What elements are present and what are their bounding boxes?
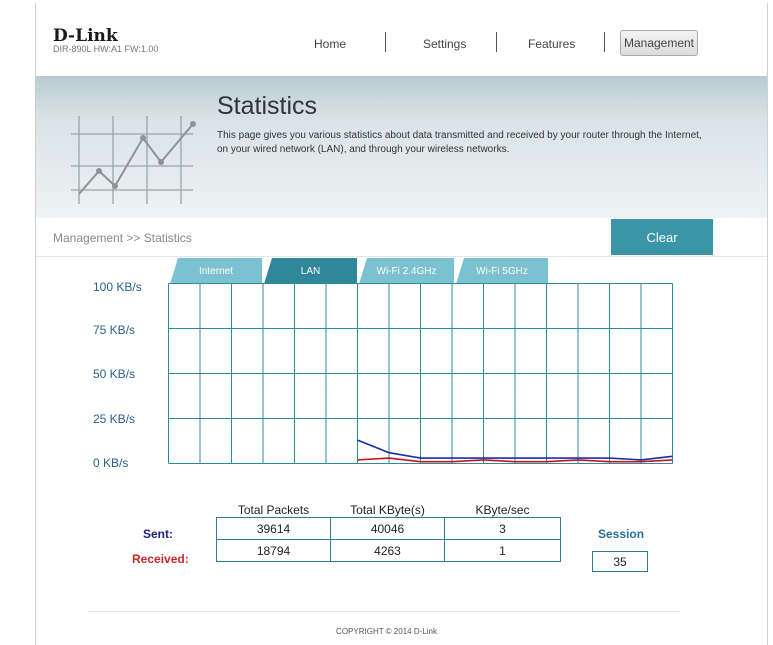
tab-wifi-5ghz[interactable]: Wi-Fi 5GHz — [456, 258, 548, 284]
column-header: KByte/sec — [475, 503, 530, 517]
model-info: DIR-890L HW:A1 FW:1.00 — [53, 44, 159, 54]
clear-button[interactable]: Clear — [611, 219, 713, 255]
tab-internet[interactable]: Internet — [170, 258, 262, 284]
session-label: Session — [598, 527, 645, 541]
page-title: Statistics — [217, 92, 318, 120]
page-description: This page gives you various statistics a… — [217, 130, 702, 155]
nav-features[interactable]: Features — [528, 37, 575, 51]
session-count: 35 — [592, 551, 648, 572]
received-total-kbytes: 4263 — [330, 539, 445, 562]
y-tick-label: 25 KB/s — [93, 412, 136, 426]
lan-traffic-chart — [168, 283, 673, 464]
nav-settings[interactable]: Settings — [423, 37, 466, 51]
y-tick-label: 100 KB/s — [93, 280, 142, 294]
nav-divider — [496, 32, 497, 52]
tab-wifi-24ghz[interactable]: Wi-Fi 2.4GHz — [359, 258, 454, 284]
sent-kbyte-sec: 3 — [444, 517, 561, 540]
table-row-received: 18794 4263 1 — [216, 539, 561, 562]
tab-lan[interactable]: LAN — [264, 258, 357, 284]
dlink-logo[interactable]: D-Link — [53, 26, 118, 46]
received-total-packets: 18794 — [216, 539, 331, 562]
nav-divider — [385, 32, 386, 52]
header: D-Link DIR-890L HW:A1 FW:1.00 Home Setti… — [36, 3, 767, 76]
statistics-table: Total Packets Total KByte(s) KByte/sec 3… — [216, 503, 561, 562]
sent-total-kbytes: 40046 — [330, 517, 445, 540]
statistics-graph-icon — [71, 116, 196, 204]
breadcrumb-bar: Management >> Statistics Clear — [36, 218, 767, 257]
footer-divider — [88, 611, 680, 612]
y-tick-label: 50 KB/s — [93, 367, 136, 381]
nav-divider — [604, 32, 605, 52]
y-tick-label: 0 KB/s — [93, 456, 129, 470]
copyright: COPYRIGHT © 2014 D-Link — [336, 627, 437, 636]
received-label: Received: — [132, 552, 189, 566]
y-tick-label: 75 KB/s — [93, 323, 136, 337]
sent-total-packets: 39614 — [216, 517, 331, 540]
nav-management[interactable]: Management — [620, 30, 698, 56]
table-row-sent: 39614 40046 3 — [216, 517, 561, 540]
column-header: Total KByte(s) — [350, 503, 425, 517]
nav-home[interactable]: Home — [314, 37, 346, 51]
received-kbyte-sec: 1 — [444, 539, 561, 562]
sent-label: Sent: — [143, 527, 173, 541]
page-banner: Statistics This page gives you various s… — [36, 76, 767, 218]
breadcrumb: Management >> Statistics — [53, 231, 192, 245]
column-header: Total Packets — [237, 503, 310, 517]
